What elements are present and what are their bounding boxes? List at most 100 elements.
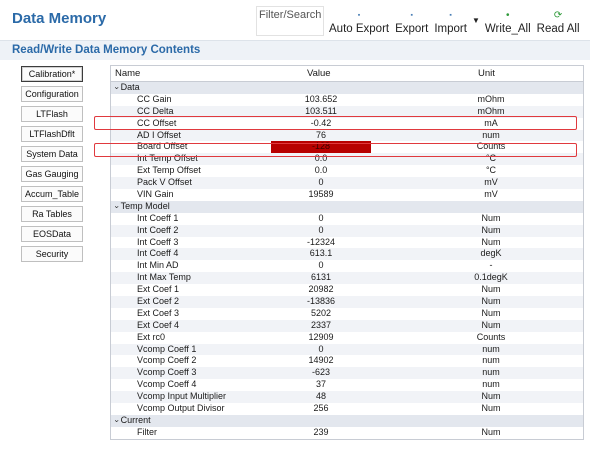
- cell-value[interactable]: 0: [271, 213, 371, 225]
- table-row[interactable]: CC Gain 103.652 mOhm: [111, 94, 583, 106]
- cell-unit: °C: [485, 165, 497, 176]
- sidebar-item-calibration[interactable]: Calibration*: [21, 66, 83, 82]
- table-row[interactable]: Int Coeff 3 -12324 Num: [111, 237, 583, 249]
- sidebar-item-system-data[interactable]: System Data: [21, 146, 83, 162]
- filter-search-input[interactable]: Filter/Search: [256, 6, 324, 36]
- chevron-icon[interactable]: ›: [110, 206, 122, 209]
- sidebar-item-eosdata[interactable]: EOSData: [21, 226, 83, 242]
- cell-value[interactable]: -128: [271, 141, 371, 154]
- cell-value[interactable]: -13836: [271, 296, 371, 308]
- table-row[interactable]: Int Max Temp 6131 0.1degK: [111, 272, 583, 285]
- cell-unit: num: [482, 129, 500, 140]
- sidebar-item-accum-table[interactable]: Accum_Table: [21, 186, 83, 202]
- write-icon: •: [506, 10, 510, 21]
- table-row[interactable]: Ext Coef 3 5202 Num: [111, 308, 583, 320]
- table-row[interactable]: Int Coeff 2 0 Num: [111, 224, 583, 237]
- cell-unit: °C: [485, 153, 497, 164]
- group-name: Temp Model: [120, 200, 170, 211]
- cell-name: VIN Gain: [137, 189, 174, 200]
- table-row[interactable]: Vcomp Input Multiplier 48 Num: [111, 391, 583, 404]
- cell-value[interactable]: 6131: [271, 272, 371, 284]
- chevron-icon[interactable]: ›: [110, 87, 122, 90]
- import-button[interactable]: ▪ Import: [431, 4, 470, 36]
- cell-value[interactable]: 37: [271, 379, 371, 391]
- cell-value[interactable]: 613.1: [271, 248, 371, 260]
- cell-unit: mV: [484, 189, 498, 200]
- export-label: Export: [395, 23, 429, 35]
- cell-name: Int Coeff 3: [137, 236, 179, 247]
- column-header-unit[interactable]: Unit: [478, 68, 495, 79]
- cell-unit: Num: [481, 224, 501, 235]
- chevron-icon[interactable]: ›: [110, 420, 122, 423]
- table-row[interactable]: Int Coeff 4 613.1 degK: [111, 248, 583, 261]
- cell-value[interactable]: -623: [271, 367, 371, 379]
- cell-value[interactable]: 20982: [271, 284, 371, 296]
- table-row[interactable]: Ext Coef 2 -13836 Num: [111, 296, 583, 308]
- sidebar-item-gas-gauging[interactable]: Gas Gauging: [21, 166, 83, 182]
- cell-value[interactable]: 2337: [271, 320, 371, 332]
- write-all-button[interactable]: • Write_All: [482, 4, 534, 36]
- cell-value[interactable]: 76: [271, 130, 371, 142]
- cell-unit: mV: [484, 177, 498, 188]
- group-row[interactable]: ›Current: [110, 414, 583, 427]
- table-row[interactable]: Pack V Offset 0 mV: [111, 177, 583, 190]
- export-button[interactable]: ▪ Export: [392, 4, 431, 36]
- table-row[interactable]: Vcomp Coeff 2 14902 num: [111, 355, 583, 367]
- group-name: Current: [120, 414, 151, 425]
- table-row[interactable]: Filter 239 Num: [111, 427, 583, 439]
- sidebar-item-ltflashdflt[interactable]: LTFlashDflt: [21, 126, 83, 142]
- cell-value[interactable]: -0.42: [271, 118, 371, 130]
- table-row[interactable]: Board Offset -128 Counts: [111, 141, 583, 154]
- table-row[interactable]: Ext rc0 12909 Counts: [111, 332, 583, 344]
- cell-value[interactable]: 0: [271, 260, 371, 272]
- cell-value[interactable]: 0: [271, 177, 371, 189]
- cell-unit: Counts: [476, 141, 506, 152]
- cell-value[interactable]: 0.0: [271, 153, 371, 165]
- cell-value[interactable]: 14902: [271, 355, 371, 367]
- sidebar-item-ra-tables[interactable]: Ra Tables: [21, 206, 83, 222]
- table-row[interactable]: Vcomp Coeff 3 -623 num: [111, 367, 583, 380]
- cell-value[interactable]: 239: [271, 427, 371, 439]
- cell-value[interactable]: 103.652: [271, 94, 371, 106]
- cell-value[interactable]: 103.511: [271, 106, 371, 118]
- cell-value[interactable]: -12324: [271, 237, 371, 249]
- table-row[interactable]: AD I Offset 76 num: [111, 129, 583, 142]
- group-row[interactable]: ›Temp Model: [110, 200, 583, 213]
- cell-value[interactable]: 0: [271, 225, 371, 237]
- table-row[interactable]: Ext Temp Offset 0.0 °C: [111, 165, 583, 177]
- column-header-value[interactable]: Value: [307, 68, 331, 79]
- column-header-name[interactable]: Name: [115, 68, 140, 79]
- table-row[interactable]: Int Coeff 1 0 Num: [111, 213, 583, 225]
- sidebar-item-ltflash[interactable]: LTFlash: [21, 106, 83, 122]
- table-row[interactable]: Vcomp Coeff 4 37 num: [111, 379, 583, 391]
- cell-name: Pack V Offset: [137, 177, 192, 188]
- cell-value[interactable]: 5202: [271, 308, 371, 320]
- cell-name: Ext Temp Offset: [137, 165, 201, 176]
- cell-unit: Num: [481, 284, 501, 295]
- cell-unit: num: [482, 343, 500, 354]
- group-row[interactable]: ›Data: [111, 82, 583, 94]
- table-row[interactable]: Int Min AD 0 -: [111, 260, 583, 272]
- sidebar-item-security[interactable]: Security: [21, 246, 83, 262]
- cell-value[interactable]: 12909: [271, 332, 371, 344]
- cell-value[interactable]: 0.0: [271, 165, 371, 177]
- table-row[interactable]: Vcomp Coeff 1 0 num: [111, 343, 583, 356]
- header: Data Memory Filter/Search ▪ Auto Export …: [0, 0, 590, 40]
- table-row[interactable]: VIN Gain 19589 mV: [111, 189, 583, 201]
- cell-name: Vcomp Coeff 1: [137, 343, 197, 354]
- auto-export-button[interactable]: ▪ Auto Export: [326, 4, 392, 36]
- chevron-down-icon[interactable]: ▼: [470, 16, 482, 25]
- table-row[interactable]: Ext Coef 1 20982 Num: [111, 284, 583, 296]
- table-row[interactable]: Int Temp Offset 0.0 °C: [111, 153, 583, 166]
- cell-value[interactable]: 19589: [271, 189, 371, 201]
- table-row[interactable]: Ext Coef 4 2337 Num: [111, 319, 583, 332]
- table-row[interactable]: Vcomp Output Divisor 256 Num: [111, 403, 583, 415]
- cell-value[interactable]: 256: [271, 403, 371, 415]
- cell-value[interactable]: 48: [271, 391, 371, 403]
- read-all-button[interactable]: ⟳ Read All: [534, 4, 583, 36]
- group-name: Data: [120, 82, 140, 92]
- table-row[interactable]: CC Delta 103.511 mOhm: [111, 105, 583, 118]
- cell-value[interactable]: 0: [271, 344, 371, 356]
- table-row[interactable]: CC Offset -0.42 mA: [111, 118, 583, 130]
- sidebar-item-configuration[interactable]: Configuration: [21, 86, 83, 102]
